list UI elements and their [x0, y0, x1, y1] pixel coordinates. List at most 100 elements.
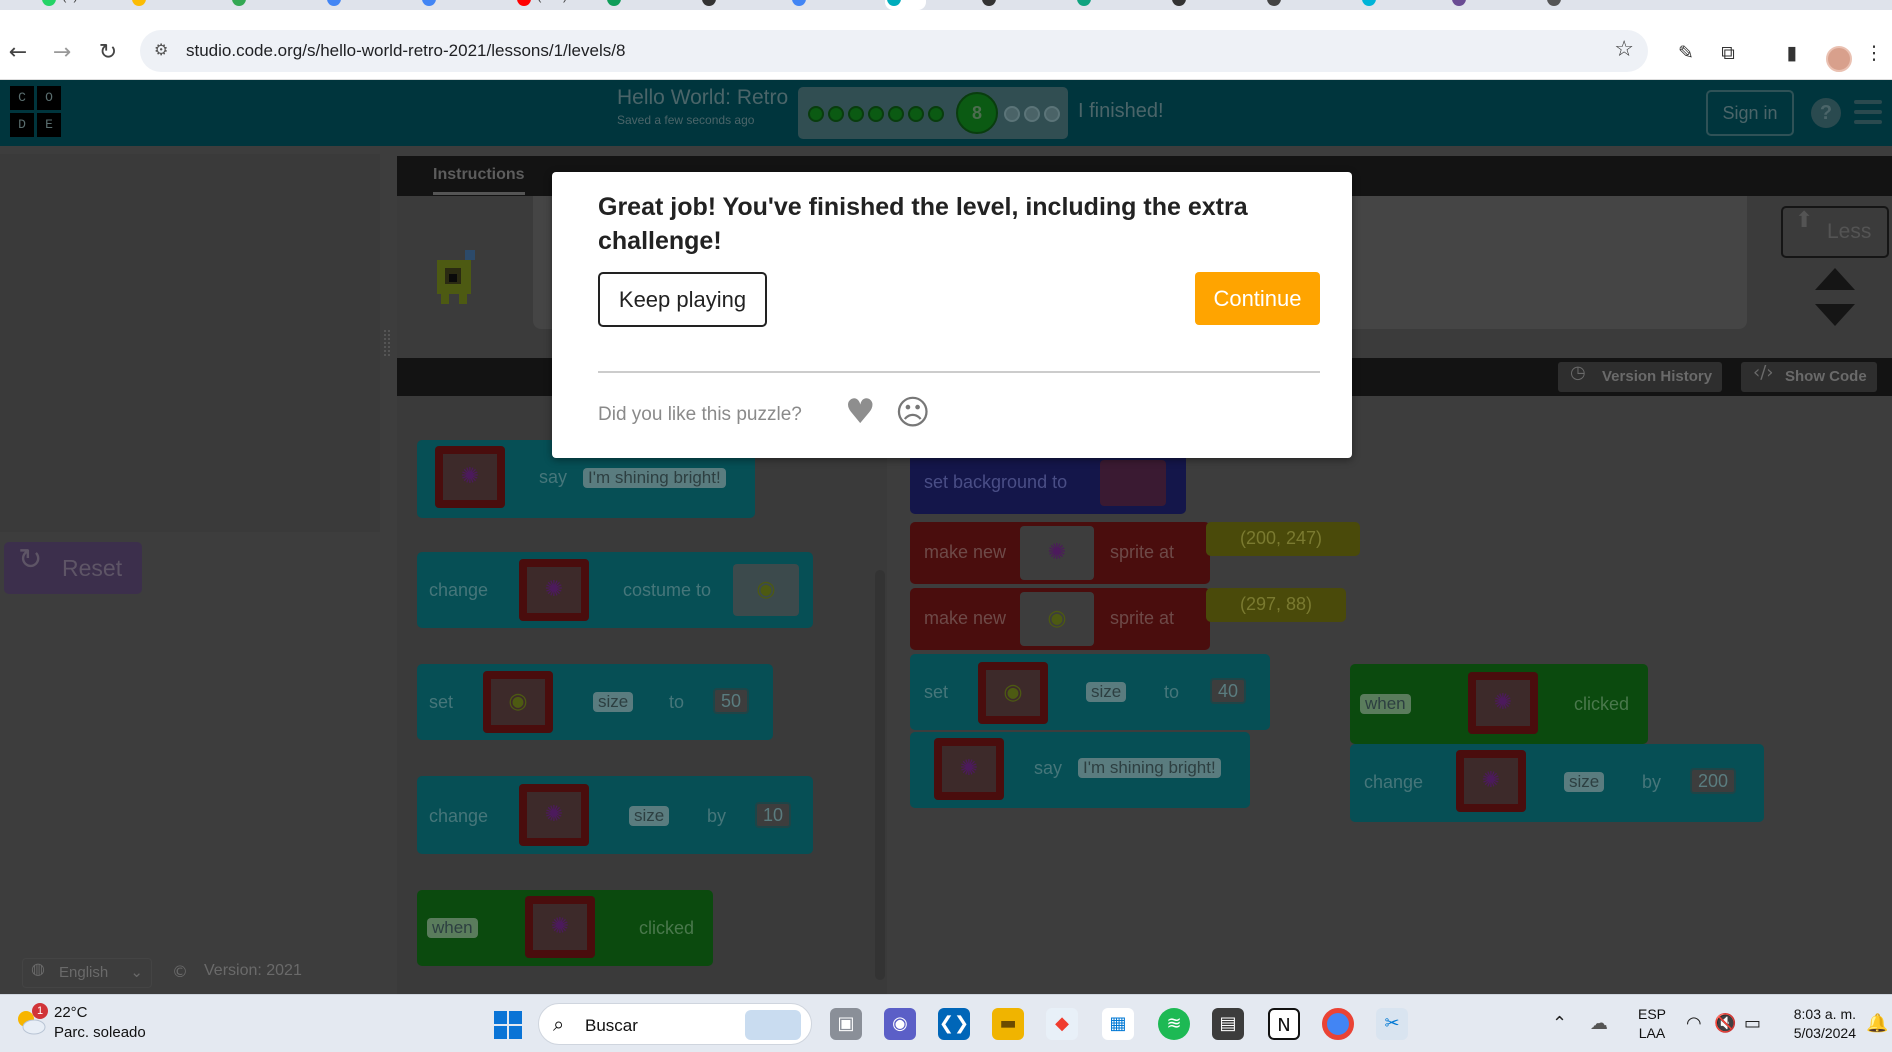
sprite-dropdown[interactable]: ✺: [1020, 526, 1094, 580]
sprite-dropdown[interactable]: ✺: [519, 559, 589, 621]
vscode-icon[interactable]: ❮❯: [938, 1008, 970, 1040]
browser-tab[interactable]: Bicic: [130, 0, 179, 10]
say-block[interactable]: ✺ say I'm shining bright!: [910, 732, 1250, 808]
browser-tab[interactable]: New: [1545, 0, 1593, 10]
weather-description[interactable]: Parc. soleado: [54, 1024, 146, 1041]
number-field[interactable]: 200: [1690, 768, 1737, 794]
menu-kebab-icon[interactable]: ⋮: [1862, 42, 1886, 66]
coordinate-value[interactable]: (297, 88): [1240, 594, 1312, 615]
sprite-dropdown[interactable]: ✺: [1456, 750, 1526, 812]
level-dot[interactable]: [908, 106, 924, 122]
color-dropdown[interactable]: [1100, 460, 1166, 506]
sprite-dropdown[interactable]: ✺: [934, 738, 1004, 800]
level-dot[interactable]: [868, 106, 884, 122]
level-dot[interactable]: [1024, 106, 1040, 122]
version-history-button[interactable]: ◷ Version History: [1558, 362, 1723, 392]
finished-link[interactable]: I finished!: [1078, 100, 1164, 123]
set-background-block[interactable]: set background to: [910, 452, 1186, 514]
code-logo[interactable]: C O D E: [10, 86, 64, 140]
like-heart-icon[interactable]: ♥: [845, 392, 875, 432]
coordinate-block[interactable]: (200, 247): [1206, 522, 1360, 556]
toolbox-change-size-block[interactable]: change ✺ size by 10: [417, 776, 813, 854]
make-new-sprite-block[interactable]: make new ◉ sprite at: [910, 588, 1210, 650]
coordinate-block[interactable]: (297, 88): [1206, 588, 1346, 622]
number-field[interactable]: 50: [713, 688, 750, 714]
event-dropdown[interactable]: when: [1360, 694, 1411, 714]
browser-tab[interactable]: Intal: [1450, 0, 1497, 10]
reload-icon[interactable]: ↻: [94, 40, 122, 65]
hamburger-menu-icon[interactable]: [1854, 100, 1882, 126]
reset-button[interactable]: ↻ Reset: [4, 542, 142, 594]
weather-temperature[interactable]: 22°C: [54, 1004, 88, 1021]
number-field[interactable]: 40: [1210, 678, 1247, 704]
site-settings-icon[interactable]: ⚙: [154, 40, 168, 59]
sprite-dropdown[interactable]: ◉: [1020, 592, 1094, 646]
snipping-tool-icon[interactable]: ✂: [1376, 1008, 1408, 1040]
dislike-sad-face-icon[interactable]: ☹: [895, 396, 930, 430]
browser-tab[interactable]: Your: [1265, 0, 1313, 10]
sprite-dropdown[interactable]: ✺: [1468, 672, 1538, 734]
level-dot[interactable]: [1004, 106, 1020, 122]
file-explorer-icon[interactable]: ▬: [992, 1008, 1024, 1040]
property-dropdown[interactable]: size: [593, 692, 634, 712]
browser-tab[interactable]: Unida: [700, 0, 756, 10]
toolbox-when-clicked-block[interactable]: when ✺ clicked: [417, 890, 713, 966]
when-clicked-block[interactable]: when ✺ clicked: [1350, 664, 1648, 744]
browser-tab[interactable]: Hello: [980, 0, 1032, 10]
address-bar[interactable]: ⚙ studio.code.org/s/hello-world-retro-20…: [140, 30, 1648, 72]
level-dot[interactable]: [888, 106, 904, 122]
toolbox-scrollbar[interactable]: [875, 570, 885, 980]
side-panel-icon[interactable]: ▮: [1780, 42, 1804, 66]
panel-resize-handle[interactable]: [384, 330, 390, 356]
browser-tab[interactable]: </>: [885, 0, 926, 10]
extensions-puzzle-icon[interactable]: ⧉: [1716, 42, 1740, 66]
sprite-dropdown[interactable]: ◉: [978, 662, 1048, 724]
microsoft-store-icon[interactable]: ▦: [1102, 1008, 1134, 1040]
teams-chat-icon[interactable]: ◉: [884, 1008, 916, 1040]
spotify-icon[interactable]: ≋: [1158, 1008, 1190, 1040]
scroll-down-icon[interactable]: [1815, 304, 1855, 326]
level-dot[interactable]: [848, 106, 864, 122]
browser-tab[interactable]: Lectu: [420, 0, 474, 10]
show-hidden-icons-icon[interactable]: ⌃: [1552, 1013, 1567, 1034]
input-language[interactable]: ESP LAA: [1638, 1005, 1666, 1043]
tab-instructions[interactable]: Instructions: [433, 166, 525, 195]
scroll-up-icon[interactable]: [1815, 268, 1855, 290]
sprite-dropdown[interactable]: ✺: [519, 784, 589, 846]
number-field[interactable]: 10: [755, 802, 792, 828]
browser-tab[interactable]: Cons: [605, 0, 657, 10]
onedrive-icon[interactable]: ☁: [1590, 1013, 1608, 1034]
browser-tab[interactable]: Intro: [1170, 0, 1218, 10]
taskbar-search[interactable]: ⌕ Buscar: [538, 1003, 812, 1045]
keep-playing-button[interactable]: Keep playing: [598, 272, 767, 327]
event-dropdown[interactable]: when: [427, 918, 478, 938]
battery-icon[interactable]: ▭: [1744, 1013, 1761, 1034]
windows-start-icon[interactable]: [494, 1011, 522, 1039]
browser-tab[interactable]: Lab c: [790, 0, 844, 10]
toolbox-change-costume-block[interactable]: change ✺ costume to ◉: [417, 552, 813, 628]
browser-tab[interactable]: (237): [515, 0, 567, 10]
browser-tab[interactable]: Resu: [230, 0, 282, 10]
toolbox-set-size-block[interactable]: set ◉ size to 50: [417, 664, 773, 740]
make-new-sprite-block[interactable]: make new ✺ sprite at: [910, 522, 1210, 584]
language-select[interactable]: ◍ English ⌄: [22, 958, 152, 988]
task-view-icon[interactable]: ▣: [830, 1008, 862, 1040]
less-button[interactable]: ⬆ Less: [1781, 206, 1889, 258]
property-dropdown[interactable]: size: [1086, 682, 1127, 702]
text-field[interactable]: I'm shining bright!: [1078, 758, 1221, 778]
property-dropdown[interactable]: size: [629, 806, 670, 826]
extension-icon[interactable]: ✎: [1674, 42, 1698, 66]
browser-tab[interactable]: Cecar: [1360, 0, 1417, 10]
browser-tab[interactable]: (1) W: [40, 0, 94, 10]
browser-tab[interactable]: Lectu: [325, 0, 379, 10]
volume-muted-icon[interactable]: 🔇: [1714, 1013, 1736, 1034]
sprite-dropdown[interactable]: ◉: [483, 671, 553, 733]
profile-avatar[interactable]: [1826, 46, 1852, 72]
back-icon[interactable]: ←: [4, 40, 32, 65]
current-level-bubble[interactable]: 8: [956, 92, 998, 134]
level-dot[interactable]: [1044, 106, 1060, 122]
sign-in-button[interactable]: Sign in: [1706, 90, 1794, 136]
git-app-icon[interactable]: ◆: [1046, 1008, 1078, 1040]
level-dot[interactable]: [928, 106, 944, 122]
show-code-button[interactable]: ‹/› Show Code: [1741, 362, 1877, 392]
